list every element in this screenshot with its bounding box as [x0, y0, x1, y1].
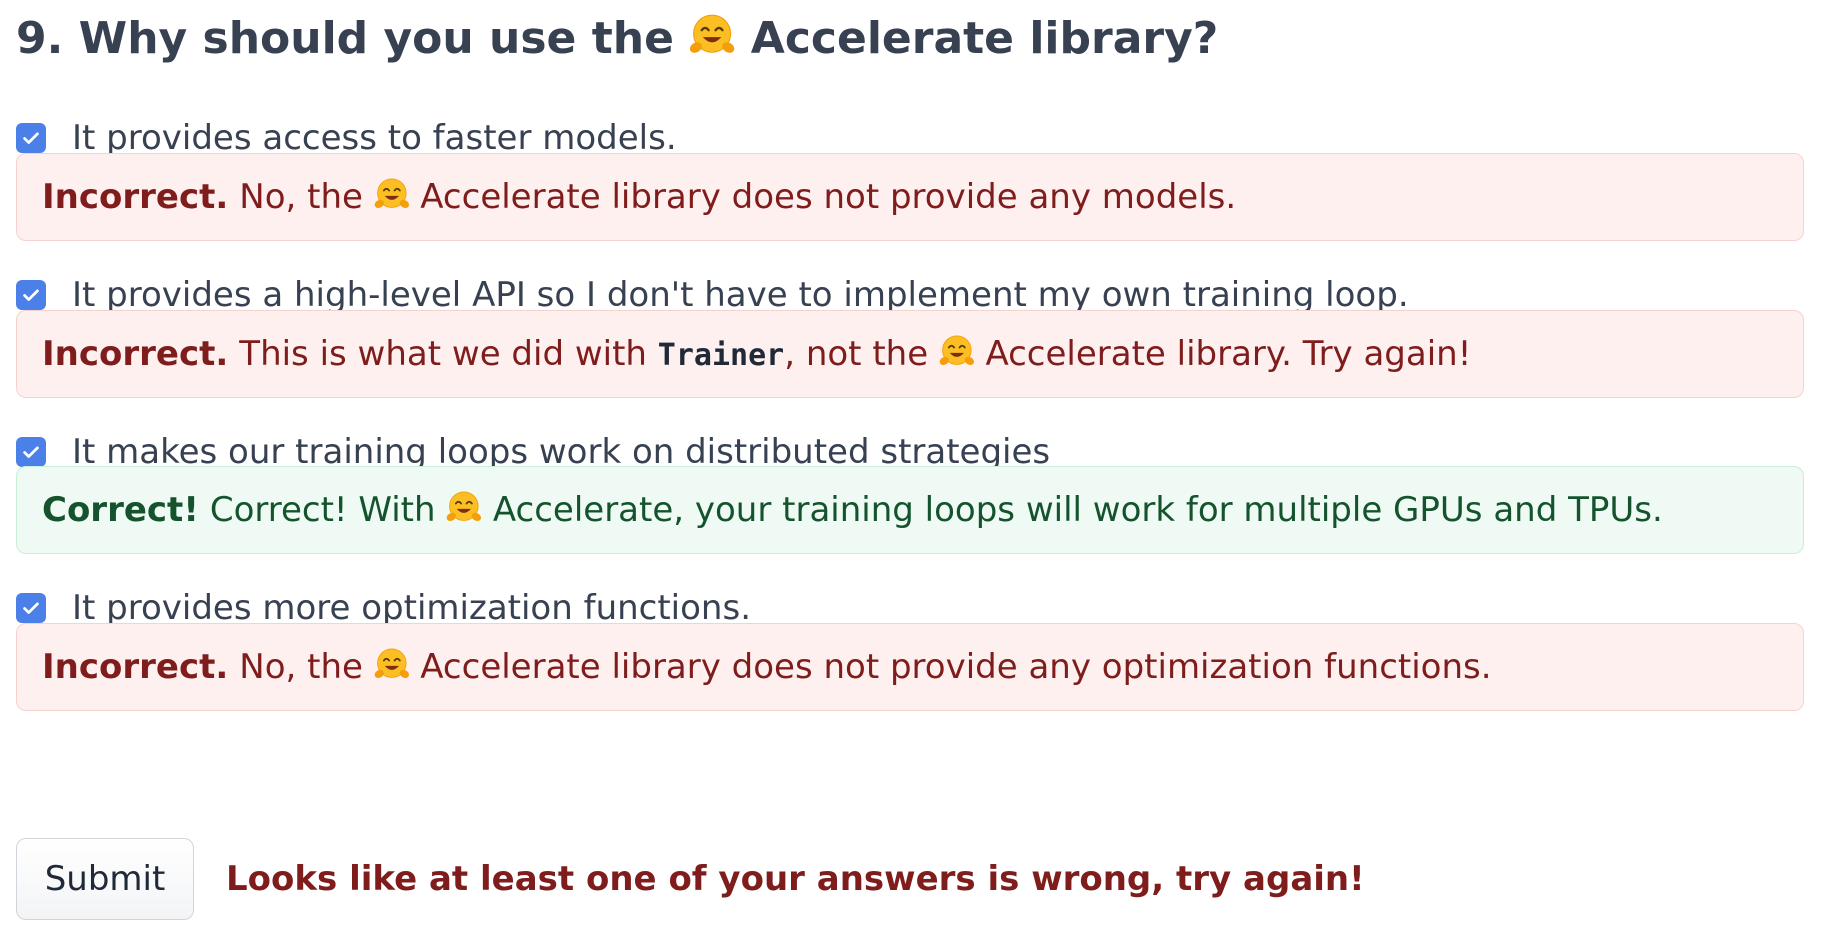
- answer-option-label: It provides access to faster models.: [72, 118, 677, 158]
- question-title: 9. Why should you use the Accelerate lib…: [16, 0, 1806, 70]
- feedback-text: No, the Accelerate library does not prov…: [239, 647, 1491, 687]
- feedback-text-end: Accelerate library. Try again!: [985, 334, 1472, 374]
- answer-option-label: It provides more optimization functions.: [72, 588, 752, 628]
- feedback-text: Correct! With Accelerate, your training …: [210, 490, 1663, 530]
- feedback-incorrect: Incorrect. This is what we did with Trai…: [16, 310, 1804, 398]
- feedback-incorrect: Incorrect. No, the Accelerate library do…: [16, 623, 1804, 711]
- question-text-start: Why should you use the: [78, 13, 674, 64]
- code-trainer: Trainer: [657, 338, 785, 373]
- question-number: 9.: [16, 13, 64, 64]
- feedback-verdict: Correct!: [42, 490, 199, 530]
- feedback-text-middle: , not the: [784, 334, 929, 374]
- quiz-container: 9. Why should you use the Accelerate lib…: [0, 0, 1822, 920]
- feedback-verdict: Incorrect.: [42, 647, 229, 687]
- checkbox-checked-icon[interactable]: [16, 123, 46, 153]
- feedback-text-end: Accelerate, your training loops will wor…: [492, 490, 1663, 530]
- feedback-text-start: No, the: [239, 647, 363, 687]
- feedback-verdict: Incorrect.: [42, 177, 229, 217]
- checkbox-checked-icon[interactable]: [16, 280, 46, 310]
- feedback-text-end: Accelerate library does not provide any …: [420, 647, 1492, 687]
- hugging-face-icon: [689, 14, 735, 58]
- feedback-text-start: Correct! With: [209, 490, 436, 530]
- checkbox-checked-icon[interactable]: [16, 593, 46, 623]
- checkbox-checked-icon[interactable]: [16, 437, 46, 467]
- feedback-verdict: Incorrect.: [42, 334, 229, 374]
- hugging-face-icon: [939, 335, 975, 369]
- hugging-face-icon: [374, 178, 410, 212]
- hugging-face-icon: [374, 648, 410, 682]
- feedback-incorrect: Incorrect. No, the Accelerate library do…: [16, 153, 1804, 241]
- feedback-text: No, the Accelerate library does not prov…: [239, 177, 1236, 217]
- feedback-text-start: This is what we did with: [239, 334, 647, 374]
- feedback-text-start: No, the: [239, 177, 363, 217]
- feedback-correct: Correct! Correct! With Accelerate, your …: [16, 466, 1804, 554]
- hugging-face-icon: [446, 491, 482, 525]
- result-message: Looks like at least one of your answers …: [226, 859, 1365, 899]
- submit-button[interactable]: Submit: [16, 838, 194, 920]
- feedback-text-end: Accelerate library does not provide any …: [420, 177, 1237, 217]
- feedback-text: This is what we did with Trainer, not th…: [239, 334, 1471, 374]
- question-text-end: Accelerate library?: [750, 13, 1219, 64]
- answer-option-label: It provides a high-level API so I don't …: [72, 275, 1409, 315]
